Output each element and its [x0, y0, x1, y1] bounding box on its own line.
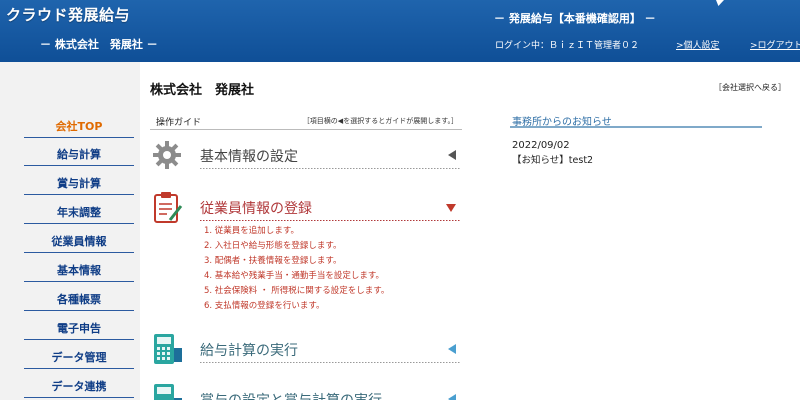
expand-arrow-icon[interactable] [448, 344, 456, 354]
main-content: 株式会社 発展社 ［会社選択へ戻る］ 操作ガイド ［項目横の◀を選択するとガイド… [140, 62, 800, 400]
notice-date: 2022/09/02 [512, 140, 570, 151]
notice-title: 事務所からのお知らせ [512, 117, 612, 128]
notice-header: 事務所からのお知らせ [510, 112, 762, 128]
employee-steps-list: 1. 従業員を追加します。 2. 入社日や給与形態を登録します。 3. 配偶者・… [204, 224, 389, 314]
sidebar-item-e-filing[interactable]: 電子申告 [24, 318, 134, 340]
list-item: 6. 支払情報の登録を行います。 [204, 301, 325, 311]
list-item: 4. 基本給や残業手当・通勤手当を設定します。 [204, 271, 384, 281]
sidebar-nav: 会社TOP 給与計算 賞与計算 年末調整 従業員情報 基本情報 各種帳票 電子申… [0, 62, 140, 400]
sidebar-item-data-link[interactable]: データ連携 [24, 376, 134, 398]
header-company-name: － 株式会社 発展社 － [40, 38, 158, 51]
notice-item[interactable]: 【お知らせ】test2 [512, 152, 593, 166]
calculator-icon [150, 332, 184, 366]
collapse-arrow-icon[interactable] [446, 204, 456, 212]
sidebar-item-basic-info[interactable]: 基本情報 [24, 260, 134, 282]
page-title: 株式会社 発展社 [150, 83, 255, 98]
sidebar-item-bonus-calc[interactable]: 賞与計算 [24, 173, 134, 195]
logout-link[interactable]: >ログアウト [750, 38, 800, 51]
mouse-cursor-icon [716, 0, 724, 6]
sidebar-item-reports[interactable]: 各種帳票 [24, 289, 134, 311]
app-header: クラウド発展給与 － 株式会社 発展社 － － 発展給与【本番機確認用】 － ロ… [0, 0, 800, 62]
environment-label: － 発展給与【本番機確認用】 － [494, 12, 656, 25]
personal-settings-link[interactable]: >個人設定 [676, 38, 720, 51]
section-divider [200, 362, 460, 363]
section-divider [200, 220, 460, 221]
section-divider [200, 168, 460, 169]
section-title-payroll[interactable]: 給与計算の実行 [200, 340, 298, 360]
gear-icon [150, 138, 184, 172]
list-item: 2. 入社日や給与形態を登録します。 [204, 241, 342, 251]
sidebar-item-year-end[interactable]: 年末調整 [24, 202, 134, 224]
sidebar-item-employee-info[interactable]: 従業員情報 [24, 231, 134, 253]
guide-title: 操作ガイド [156, 118, 202, 128]
company-select-link[interactable]: ［会社選択へ戻る］ [714, 82, 786, 93]
calculator-icon [150, 382, 184, 400]
sidebar-item-salary-calc[interactable]: 給与計算 [24, 144, 134, 166]
section-title-bonus[interactable]: 賞与の設定と賞与計算の実行 [200, 390, 382, 400]
section-title-basic-info[interactable]: 基本情報の設定 [200, 146, 298, 166]
guide-section-bonus: 賞与の設定と賞与計算の実行 [150, 382, 462, 400]
sidebar-item-data-management[interactable]: データ管理 [24, 347, 134, 369]
app-logo[interactable]: クラウド発展給与 [6, 4, 130, 25]
expand-arrow-icon[interactable] [448, 150, 456, 160]
expand-arrow-icon[interactable] [448, 394, 456, 400]
list-item: 1. 従業員を追加します。 [204, 226, 299, 236]
list-item: 5. 社会保険料 ・ 所得税に関する設定をします。 [204, 286, 390, 296]
section-title-employee-info[interactable]: 従業員情報の登録 [200, 198, 312, 218]
guide-section-basic-info: 基本情報の設定 [150, 138, 462, 174]
list-item: 3. 配偶者・扶養情報を登録します。 [204, 256, 342, 266]
guide-hint: ［項目横の◀を選択するとガイドが展開します。］ [302, 117, 458, 125]
sidebar-item-company-top[interactable]: 会社TOP [24, 116, 134, 138]
guide-section-payroll: 給与計算の実行 [150, 332, 462, 368]
operation-guide-header: 操作ガイド ［項目横の◀を選択するとガイドが展開します。］ [150, 114, 462, 130]
login-info: ログイン中：ＢｉｚＩＴ管理者０２ [495, 41, 640, 51]
clipboard-icon [150, 190, 184, 224]
